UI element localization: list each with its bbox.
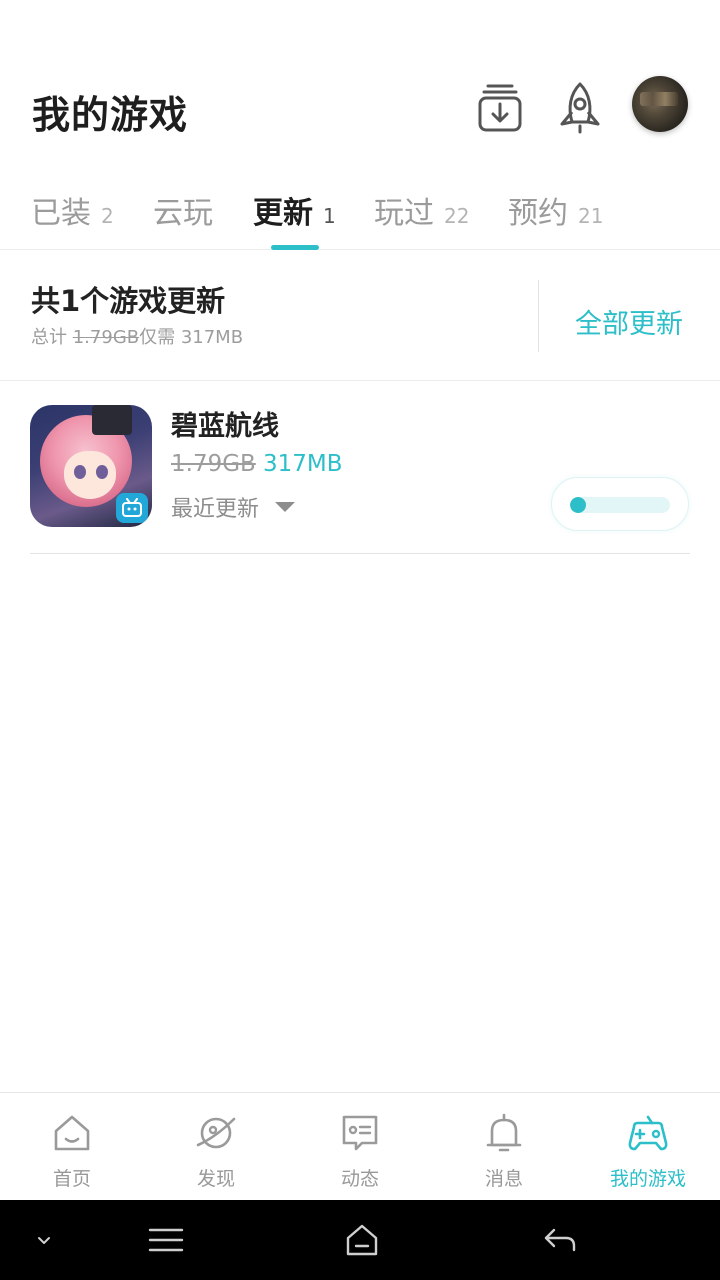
- tab-label: 玩过: [374, 196, 434, 231]
- page-title: 我的游戏: [32, 93, 189, 137]
- menu-icon[interactable]: [146, 1224, 186, 1256]
- recent-update-toggle[interactable]: 最近更新: [171, 491, 296, 523]
- summary-subtitle: 总计 1.79GB仅需 317MB: [31, 323, 243, 349]
- recent-update-label: 最近更新: [171, 497, 260, 522]
- game-old-size: 1.79GB: [171, 451, 256, 477]
- summary-suffix: 仅需 317MB: [139, 327, 244, 348]
- tab-cloud-play[interactable]: 云玩: [153, 188, 213, 248]
- game-new-size: 317MB: [263, 451, 343, 477]
- tab-updates[interactable]: 更新 1: [253, 188, 336, 248]
- update-progress-button[interactable]: [551, 477, 689, 531]
- chevron-down-icon[interactable]: [34, 1230, 54, 1250]
- caret-down-icon: [275, 502, 296, 512]
- game-list-item[interactable]: 碧蓝航线 1.79GB 317MB 最近更新: [30, 382, 690, 554]
- nav-label: 发现: [196, 1168, 235, 1190]
- bilibili-badge-icon: [116, 493, 148, 523]
- summary-prefix: 总计: [31, 327, 67, 348]
- tab-count: 22: [444, 204, 470, 228]
- tab-count: 2: [101, 204, 114, 228]
- tab-label: 已装: [31, 196, 91, 231]
- summary-title: 共1个游戏更新: [31, 284, 226, 318]
- tab-installed[interactable]: 已装 2: [31, 188, 114, 248]
- nav-label: 首页: [52, 1168, 91, 1190]
- tab-played[interactable]: 玩过 22: [374, 188, 469, 248]
- gamepad-icon: [628, 1115, 668, 1151]
- tab-label: 云玩: [153, 196, 213, 231]
- nav-label: 动态: [340, 1168, 379, 1190]
- nav-home[interactable]: 首页: [0, 1093, 144, 1201]
- tab-count: 1: [323, 204, 336, 228]
- tab-label: 更新: [253, 196, 313, 231]
- home-icon: [54, 1115, 90, 1151]
- progress-track: [570, 497, 670, 513]
- planet-icon: [196, 1117, 236, 1149]
- back-icon[interactable]: [540, 1222, 580, 1258]
- bottom-nav: 首页 发现 动态 消息 我的游戏: [0, 1092, 720, 1200]
- progress-fill: [570, 497, 586, 513]
- system-navigation-bar: [0, 1200, 720, 1280]
- nav-messages[interactable]: 消息: [432, 1093, 576, 1201]
- game-name: 碧蓝航线: [171, 411, 279, 442]
- nav-discover[interactable]: 发现: [144, 1093, 288, 1201]
- download-icon[interactable]: [474, 80, 526, 136]
- tab-reserved[interactable]: 预约 21: [508, 188, 603, 248]
- nav-feed[interactable]: 动态: [288, 1093, 432, 1201]
- summary-old-size: 1.79GB: [72, 327, 140, 348]
- avatar[interactable]: [632, 76, 688, 132]
- update-all-button[interactable]: 全部更新: [575, 302, 683, 341]
- bell-icon: [486, 1113, 522, 1152]
- rocket-icon[interactable]: [554, 80, 606, 136]
- tab-count: 21: [578, 204, 604, 228]
- nav-label: 我的游戏: [609, 1168, 686, 1190]
- home-key-icon[interactable]: [342, 1220, 382, 1260]
- update-summary: 共1个游戏更新 总计 1.79GB仅需 317MB 全部更新: [0, 250, 720, 381]
- game-icon[interactable]: [30, 405, 152, 527]
- nav-my-games[interactable]: 我的游戏: [576, 1093, 720, 1201]
- header: 我的游戏: [0, 0, 720, 170]
- nav-label: 消息: [484, 1168, 523, 1190]
- divider: [538, 280, 539, 352]
- tab-bar: 已装 2 云玩 更新 1 玩过 22 预约 21: [0, 180, 720, 250]
- message-card-icon: [342, 1115, 378, 1151]
- tab-label: 预约: [508, 196, 568, 231]
